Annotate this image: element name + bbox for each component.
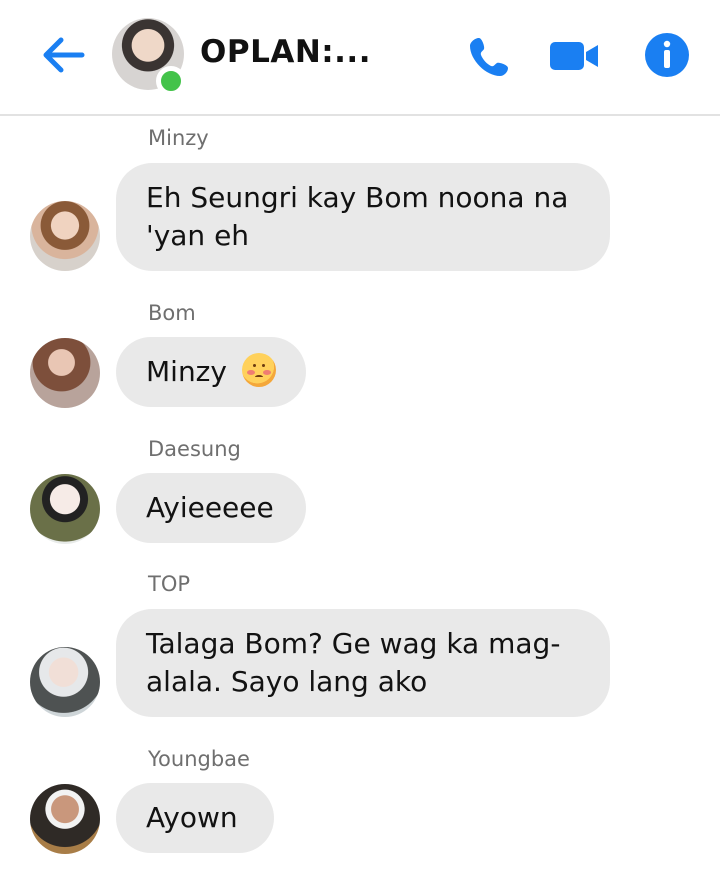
message-text: Ayieeeee bbox=[146, 491, 274, 524]
avatar[interactable] bbox=[30, 474, 100, 544]
message-text-line: alala. Sayo lang ako bbox=[146, 665, 428, 698]
message-bubble[interactable]: Minzy bbox=[116, 337, 306, 407]
message-text-line: 'yan eh bbox=[146, 219, 250, 252]
message-text-line: Eh Seungri kay Bom noona na bbox=[146, 181, 569, 214]
sender-name: TOP bbox=[148, 572, 191, 596]
sender-name: Youngbae bbox=[148, 747, 250, 771]
conversation-info-button[interactable] bbox=[644, 32, 690, 78]
chat-title[interactable]: OPLAN:... bbox=[200, 34, 371, 70]
video-call-button[interactable] bbox=[548, 38, 600, 74]
avatar[interactable] bbox=[30, 338, 100, 408]
arrow-left-icon bbox=[43, 37, 85, 73]
avatar[interactable] bbox=[30, 647, 100, 717]
sender-name: Bom bbox=[148, 301, 196, 325]
message-bubble[interactable]: Eh Seungri kay Bom noona na 'yan eh bbox=[116, 163, 610, 271]
back-button[interactable] bbox=[38, 33, 86, 77]
sad-face-emoji bbox=[241, 353, 276, 387]
message-bubble[interactable]: Ayieeeee bbox=[116, 473, 306, 543]
online-status-indicator bbox=[156, 66, 186, 96]
message-text: Minzy bbox=[146, 355, 227, 388]
message-bubble[interactable]: Ayown bbox=[116, 783, 274, 853]
chat-header: OPLAN:... bbox=[0, 0, 720, 116]
sender-name: Minzy bbox=[148, 126, 209, 150]
phone-icon bbox=[470, 38, 508, 76]
message-text: Ayown bbox=[146, 801, 238, 834]
sender-name: Daesung bbox=[148, 437, 241, 461]
avatar[interactable] bbox=[30, 784, 100, 854]
video-camera-icon bbox=[550, 42, 598, 70]
message-text-line: Talaga Bom? Ge wag ka mag- bbox=[146, 627, 561, 660]
voice-call-button[interactable] bbox=[466, 32, 514, 80]
message-bubble[interactable]: Talaga Bom? Ge wag ka mag- alala. Sayo l… bbox=[116, 609, 610, 717]
avatar[interactable] bbox=[30, 201, 100, 271]
info-icon bbox=[645, 33, 689, 77]
